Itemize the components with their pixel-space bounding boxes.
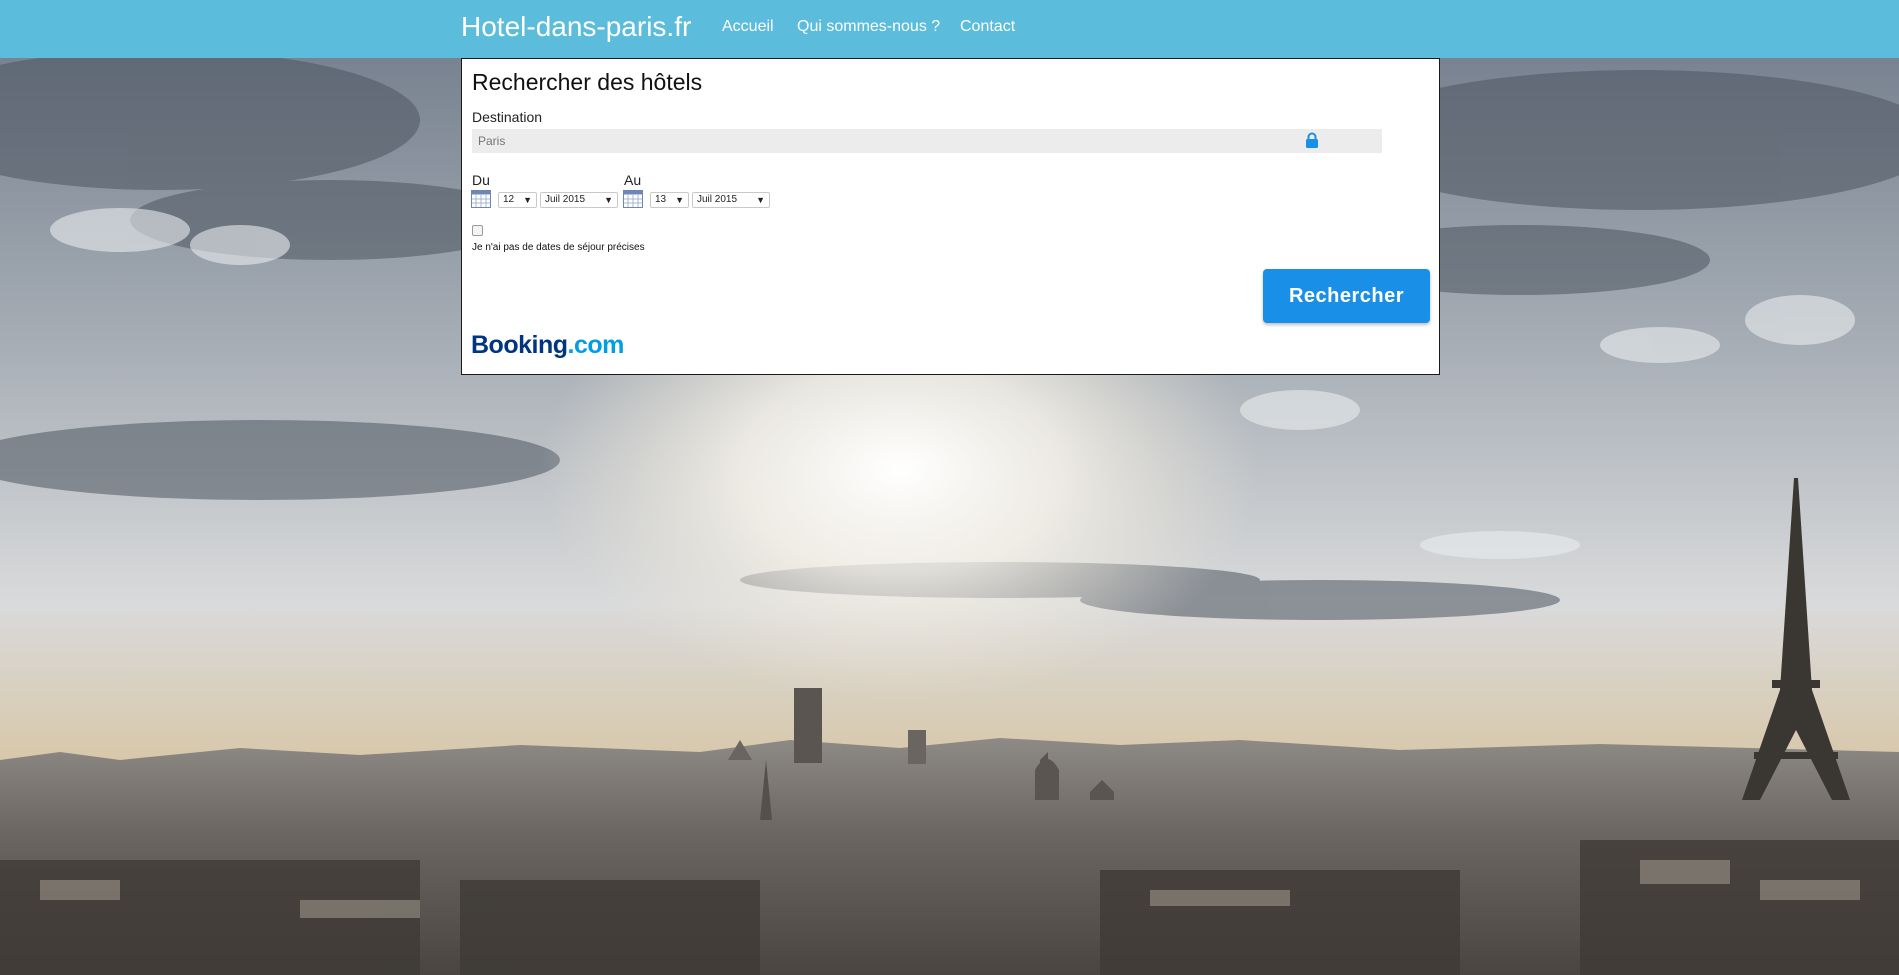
dropdown-caret-icon: ▼ (675, 195, 684, 205)
from-month-select[interactable]: Juil 2015 ▼ (540, 192, 618, 208)
from-day-value: 12 (503, 194, 515, 205)
booking-logo-suffix: .com (567, 331, 625, 359)
to-month-select[interactable]: Juil 2015 ▼ (692, 192, 770, 208)
no-dates-label: Je n'ai pas de dates de séjour précises (472, 242, 645, 253)
lock-icon (1306, 132, 1318, 148)
to-day-value: 13 (655, 194, 667, 205)
destination-label: Destination (472, 109, 543, 125)
calendar-icon[interactable] (623, 190, 643, 208)
from-month-value: Juil 2015 (545, 194, 586, 205)
dropdown-caret-icon: ▼ (756, 195, 765, 205)
brand-logo-link[interactable]: Hotel-dans-paris.fr (461, 11, 691, 43)
booking-logo: Booking.com (471, 331, 624, 360)
nav-link-accueil[interactable]: Accueil (722, 18, 774, 36)
nav-link-qui-sommes-nous[interactable]: Qui sommes-nous ? (797, 18, 940, 36)
to-date-label: Au (624, 172, 642, 188)
destination-input[interactable] (472, 129, 1382, 153)
widget-title: Rechercher des hôtels (472, 69, 703, 95)
to-month-value: Juil 2015 (697, 194, 738, 205)
calendar-icon[interactable] (471, 190, 491, 208)
booking-logo-main: Booking (471, 331, 568, 359)
top-navbar: Hotel-dans-paris.fr Accueil Qui sommes-n… (0, 0, 1899, 58)
from-date-label: Du (472, 172, 490, 188)
hotel-search-widget: Rechercher des hôtels Destination Du 12 … (461, 58, 1440, 375)
nav-link-contact[interactable]: Contact (960, 18, 1015, 36)
from-day-select[interactable]: 12 ▼ (498, 192, 537, 208)
dropdown-caret-icon: ▼ (604, 195, 613, 205)
dropdown-caret-icon: ▼ (523, 195, 532, 205)
to-day-select[interactable]: 13 ▼ (650, 192, 689, 208)
search-button[interactable]: Rechercher (1263, 269, 1430, 323)
no-dates-checkbox[interactable] (472, 225, 483, 236)
